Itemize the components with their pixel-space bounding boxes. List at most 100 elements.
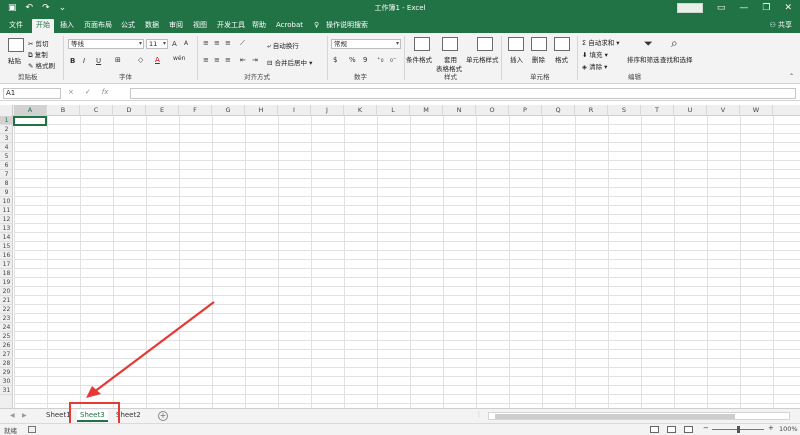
close-icon[interactable]: ✕ [784, 2, 792, 14]
row-header[interactable]: 21 [0, 296, 13, 305]
row-header[interactable]: 2 [0, 125, 13, 134]
align-top-icon[interactable]: ≡ [203, 39, 209, 47]
cell-styles-icon[interactable] [477, 37, 493, 51]
filter-icon[interactable]: ⏷ [644, 37, 653, 51]
tab-review[interactable]: 审阅 [165, 19, 187, 33]
row-header[interactable]: 10 [0, 197, 13, 206]
column-header[interactable]: E [146, 105, 179, 116]
row-header[interactable]: 27 [0, 350, 13, 359]
insert-cells-icon[interactable] [508, 37, 524, 51]
normal-view-icon[interactable] [650, 426, 659, 433]
clear-button[interactable]: ◈ 清除 ▾ [582, 61, 607, 71]
row-header[interactable]: 17 [0, 260, 13, 269]
row-header[interactable]: 29 [0, 368, 13, 377]
row-header[interactable]: 16 [0, 251, 13, 260]
font-color-button[interactable]: A [155, 56, 160, 64]
selected-cell[interactable] [13, 116, 47, 126]
column-header[interactable]: Q [542, 105, 575, 116]
tab-formulas[interactable]: 公式 [117, 19, 139, 33]
column-header[interactable]: S [608, 105, 641, 116]
format-table-icon[interactable] [442, 37, 458, 51]
borders-icon[interactable]: ⊞ [115, 56, 121, 64]
conditional-format-icon[interactable] [414, 37, 430, 51]
tab-help[interactable]: 帮助 [248, 19, 270, 33]
align-left-icon[interactable]: ≡ [203, 56, 209, 64]
tab-data[interactable]: 数据 [141, 19, 163, 33]
row-header[interactable]: 3 [0, 134, 13, 143]
percent-button[interactable]: % [349, 56, 356, 64]
align-right-icon[interactable]: ≡ [225, 56, 231, 64]
account-box[interactable] [676, 3, 703, 13]
column-header[interactable]: P [509, 105, 542, 116]
column-header[interactable]: T [641, 105, 674, 116]
row-header[interactable]: 9 [0, 188, 13, 197]
cut-button[interactable]: ✂ 剪切 [28, 38, 49, 48]
tab-insert[interactable]: 插入 [56, 19, 78, 33]
tell-me-search[interactable]: 操作说明搜索 [322, 19, 372, 33]
ribbon-display-icon[interactable]: ▭ [717, 2, 726, 14]
underline-button[interactable]: U [96, 57, 101, 65]
conditional-format-button[interactable]: 条件格式 [406, 54, 432, 64]
decrease-indent-icon[interactable]: ⇤ [240, 56, 246, 64]
row-header[interactable]: 4 [0, 143, 13, 152]
align-middle-icon[interactable]: ≡ [214, 39, 220, 47]
row-header[interactable]: 13 [0, 224, 13, 233]
row-header[interactable]: 22 [0, 305, 13, 314]
align-center-icon[interactable]: ≡ [214, 56, 220, 64]
row-header[interactable]: 30 [0, 377, 13, 386]
bold-button[interactable]: B [70, 57, 75, 65]
phonetic-button[interactable]: wén [173, 55, 185, 62]
zoom-slider-knob[interactable] [737, 426, 740, 433]
row-header[interactable]: 11 [0, 206, 13, 215]
minimize-icon[interactable]: — [739, 2, 748, 14]
paste-button[interactable]: 粘贴 [8, 55, 21, 65]
column-header[interactable]: V [707, 105, 740, 116]
column-header[interactable]: C [80, 105, 113, 116]
paste-icon[interactable] [8, 38, 24, 52]
row-header[interactable]: 8 [0, 179, 13, 188]
page-break-view-icon[interactable] [684, 426, 693, 433]
column-header[interactable]: M [410, 105, 443, 116]
row-header[interactable]: 24 [0, 323, 13, 332]
copy-button[interactable]: ⧉ 复制 [28, 49, 48, 60]
wrap-text-button[interactable]: ⤶ 自动换行 [267, 40, 299, 51]
enter-icon[interactable]: ✓ [85, 88, 91, 96]
next-sheet-icon[interactable]: ▶ [22, 412, 27, 419]
italic-button[interactable]: I [83, 57, 85, 65]
macro-record-icon[interactable] [28, 426, 36, 433]
find-select-button[interactable]: 查找和选择 [660, 54, 693, 64]
row-header[interactable]: 23 [0, 314, 13, 323]
shrink-font-button[interactable]: A [184, 40, 188, 47]
sort-filter-button[interactable]: 排序和筛选 [627, 54, 660, 64]
column-header[interactable]: I [278, 105, 311, 116]
increase-indent-icon[interactable]: ⇥ [252, 56, 258, 64]
name-box[interactable]: A1 [3, 88, 61, 99]
row-header[interactable]: 26 [0, 341, 13, 350]
tab-acrobat[interactable]: Acrobat [272, 19, 307, 33]
cancel-icon[interactable]: × [68, 88, 74, 96]
row-header[interactable]: 14 [0, 233, 13, 242]
decrease-decimal-icon[interactable]: ₀⁻ [390, 56, 397, 64]
insert-function-icon[interactable]: fx [102, 88, 109, 96]
column-header[interactable]: N [443, 105, 476, 116]
share-button[interactable]: ⚇ 共享 [769, 20, 792, 30]
autosum-button[interactable]: Σ 自动求和 ▾ [582, 37, 620, 47]
tab-view[interactable]: 视图 [189, 19, 211, 33]
tab-home[interactable]: 开始 [32, 19, 54, 33]
font-name-select[interactable]: 等线 ▾ [68, 39, 144, 49]
row-header[interactable]: 15 [0, 242, 13, 251]
merge-center-button[interactable]: ⊟ 合并后居中 ▾ [267, 57, 312, 67]
row-header[interactable]: 31 [0, 386, 13, 395]
column-header[interactable]: O [476, 105, 509, 116]
cell-styles-button[interactable]: 单元格样式 [466, 54, 499, 64]
row-header[interactable]: 1 [0, 116, 13, 125]
column-header[interactable]: L [377, 105, 410, 116]
scrollbar-thumb[interactable] [495, 414, 735, 419]
tab-split-handle[interactable]: ⋮ [476, 411, 482, 418]
zoom-out-icon[interactable]: − [703, 424, 709, 432]
comma-button[interactable]: 9 [363, 56, 367, 64]
column-header[interactable]: W [740, 105, 773, 116]
fill-button[interactable]: ⬇ 填充 ▾ [582, 49, 608, 59]
page-layout-view-icon[interactable] [667, 426, 676, 433]
restore-icon[interactable]: ❐ [762, 2, 770, 14]
